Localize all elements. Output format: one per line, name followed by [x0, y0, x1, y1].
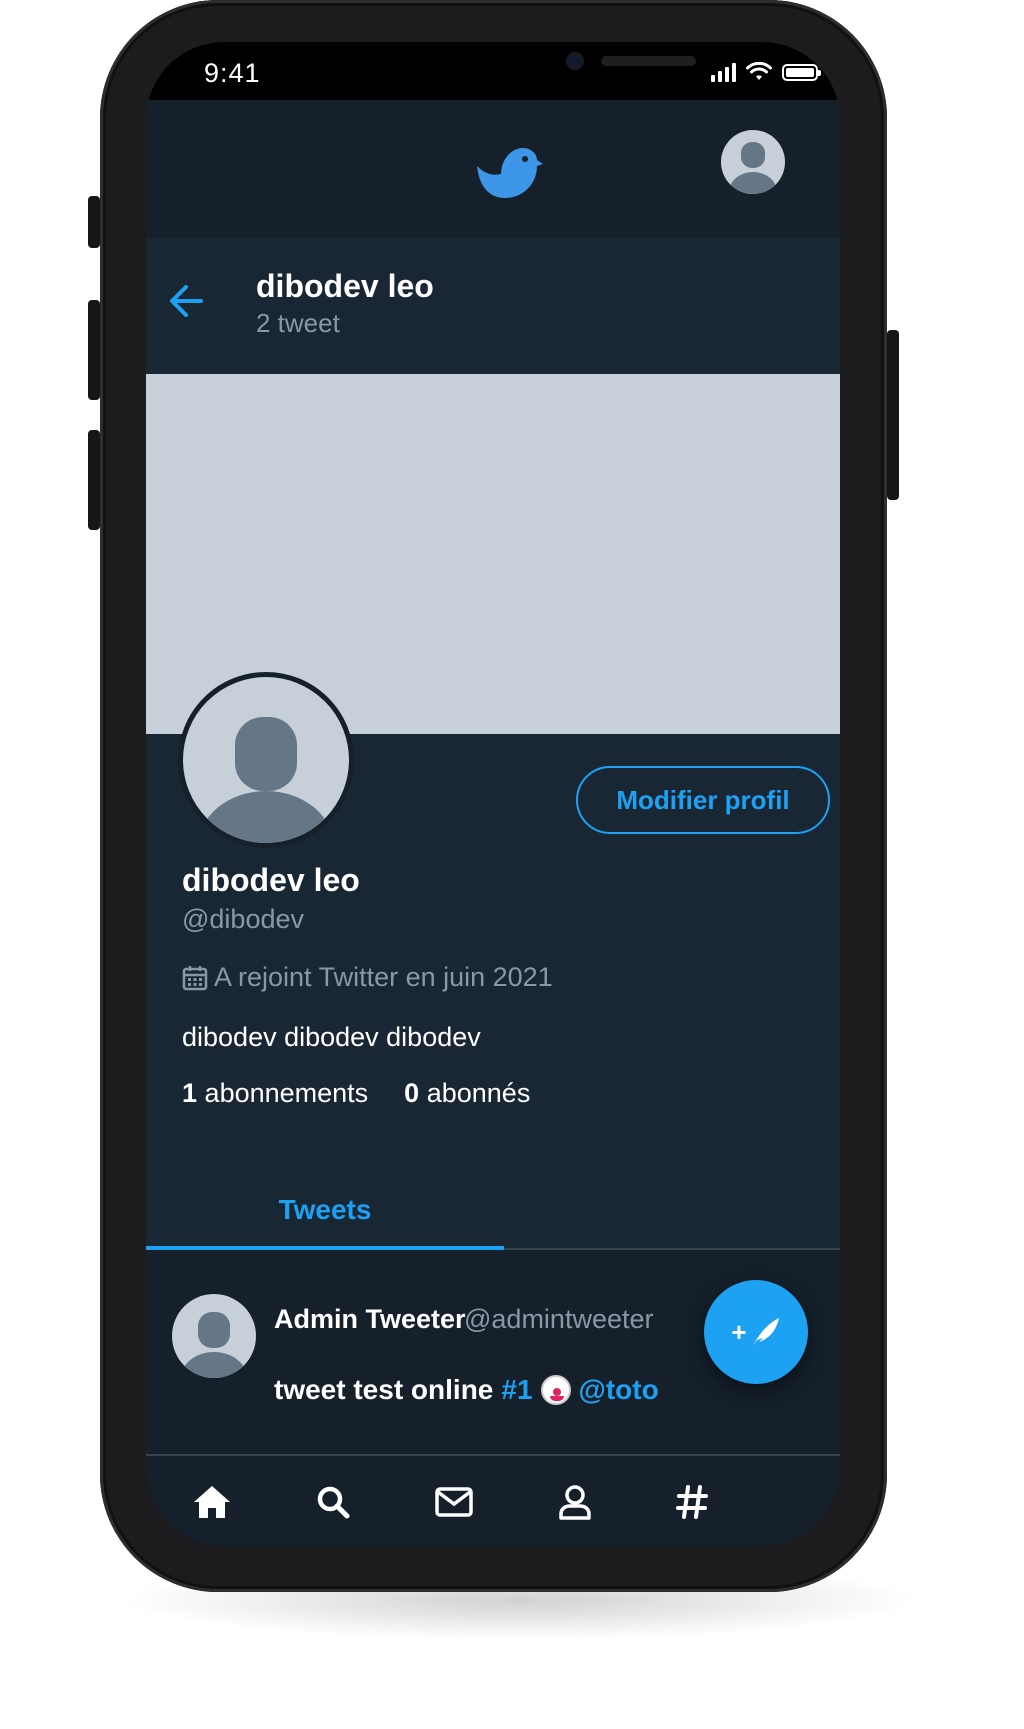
bird-logo-icon[interactable] — [471, 140, 543, 200]
edit-profile-button[interactable]: Modifier profil — [576, 766, 830, 834]
phone-screen: 9:41 dibodev leo 2 tweet Modifier profil… — [146, 42, 840, 1546]
tweet-author: Admin Tweeter — [274, 1304, 466, 1334]
profile-display-name: dibodev leo — [182, 862, 360, 898]
tweet-hashtag[interactable]: #1 — [501, 1374, 532, 1406]
join-date: A rejoint Twitter en juin 2021 — [182, 962, 553, 993]
power-button — [887, 330, 899, 500]
followers-label: abonnés — [426, 1078, 531, 1108]
compose-tweet-button[interactable]: + — [704, 1280, 808, 1384]
profile-bio: dibodev dibodev dibodev — [182, 1022, 481, 1052]
mail-icon — [435, 1487, 473, 1517]
bottom-navigation — [146, 1456, 840, 1546]
profile-avatar[interactable] — [178, 672, 354, 848]
speaker — [601, 56, 696, 66]
profile-title-name: dibodev leo — [256, 268, 434, 304]
tweet-mention[interactable]: @toto — [579, 1374, 659, 1406]
nav-messages[interactable] — [430, 1478, 478, 1526]
profile-icon — [559, 1485, 591, 1520]
profile-tabs: Tweets — [146, 1174, 840, 1250]
volume-up-button — [88, 300, 100, 400]
top-header — [146, 100, 840, 238]
nav-home[interactable] — [188, 1478, 236, 1526]
home-icon — [194, 1486, 230, 1518]
status-time: 9:41 — [204, 58, 261, 88]
wifi-icon — [746, 62, 772, 80]
user-avatar-icon — [180, 1312, 248, 1378]
join-date-text: A rejoint Twitter en juin 2021 — [214, 962, 553, 992]
tweet-text: tweet test online #1 @toto — [274, 1374, 659, 1406]
volume-down-button — [88, 430, 100, 530]
fab-plus: + — [731, 1316, 747, 1347]
followers-link[interactable]: 0 abonnés — [404, 1078, 530, 1109]
tweet-text-body: tweet test online — [274, 1374, 494, 1405]
followers-count: 0 — [404, 1078, 420, 1108]
following-label: abonnements — [204, 1078, 369, 1108]
notch — [301, 42, 696, 100]
profile-handle: @dibodev — [182, 904, 304, 934]
following-count: 1 — [182, 1078, 198, 1108]
tab-tweets[interactable]: Tweets — [146, 1174, 504, 1250]
compose-feather-icon — [752, 1318, 779, 1346]
calendar-icon — [182, 965, 208, 990]
nav-explore[interactable] — [668, 1478, 716, 1526]
profile-title-bar: dibodev leo 2 tweet — [146, 238, 840, 374]
nav-search[interactable] — [309, 1478, 357, 1526]
nav-profile[interactable] — [551, 1478, 599, 1526]
follow-stats: 1 abonnements 0 abonnés — [182, 1078, 530, 1109]
following-link[interactable]: 1 abonnements — [182, 1078, 368, 1109]
status-icons — [711, 62, 821, 82]
silent-switch — [88, 196, 100, 248]
battery-icon — [782, 63, 821, 81]
clown-face-icon — [540, 1375, 571, 1405]
header-avatar[interactable] — [721, 130, 785, 194]
back-arrow-icon[interactable] — [168, 284, 204, 318]
user-avatar-icon — [198, 717, 334, 843]
user-avatar-icon — [729, 142, 777, 194]
hashtag-icon — [676, 1485, 708, 1519]
tweet-avatar[interactable] — [172, 1294, 256, 1378]
tweet-count: 2 tweet — [256, 308, 340, 338]
status-bar: 9:41 — [146, 42, 840, 100]
search-icon — [317, 1486, 350, 1519]
tweet-handle: @admintweeter — [464, 1304, 654, 1334]
signal-icon — [711, 62, 736, 82]
front-camera — [566, 52, 584, 70]
